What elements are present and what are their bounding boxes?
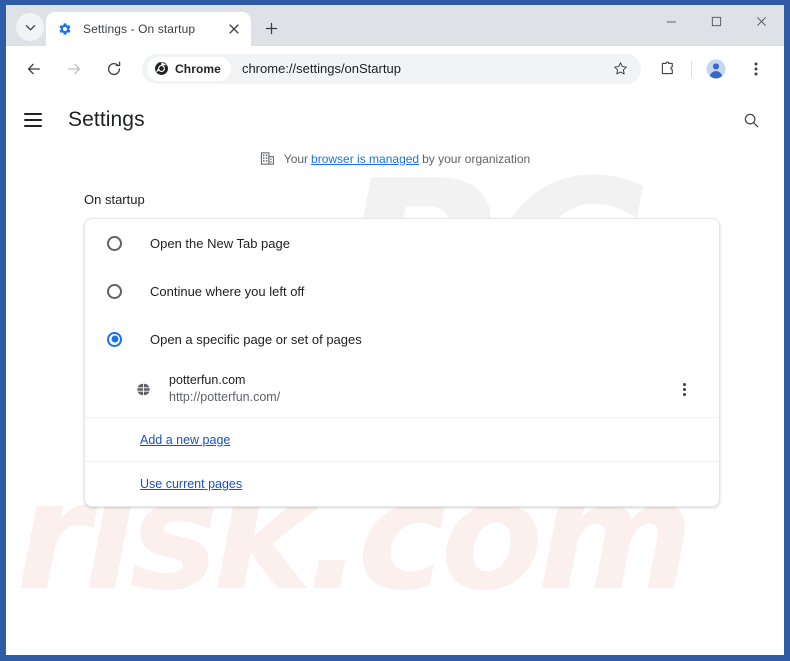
browser-window-content: Settings - On startup Chrome chrome://se… bbox=[6, 5, 784, 655]
browser-window: Settings - On startup Chrome chrome://se… bbox=[0, 0, 790, 661]
reload-icon bbox=[107, 61, 121, 75]
managed-browser-banner: Your browser is managed by your organiza… bbox=[6, 151, 784, 166]
back-button[interactable] bbox=[20, 55, 48, 83]
extensions-puzzle-icon bbox=[661, 61, 673, 75]
managed-banner-link[interactable]: browser is managed bbox=[311, 152, 419, 166]
tab-settings[interactable]: Settings - On startup bbox=[46, 12, 251, 46]
startup-page-name: potterfun.com bbox=[169, 373, 246, 387]
close-window-icon bbox=[757, 16, 766, 26]
startup-option-new-tab-page[interactable]: Open the New Tab page bbox=[85, 219, 719, 267]
maximize-icon bbox=[711, 16, 722, 26]
startup-option-label: Continue where you left off bbox=[150, 283, 305, 299]
omnibox-chip-label: Chrome bbox=[175, 61, 221, 76]
radio-button-unselected[interactable] bbox=[107, 283, 122, 299]
section-heading-on-startup: On startup bbox=[84, 192, 145, 207]
managed-banner-prefix: Your bbox=[283, 151, 309, 166]
use-current-pages-link[interactable]: Use current pages bbox=[140, 477, 242, 491]
settings-gear-icon bbox=[57, 21, 73, 37]
startup-option-label: Open the New Tab page bbox=[150, 235, 290, 251]
minimize-icon bbox=[666, 20, 677, 22]
minimize-button[interactable] bbox=[649, 5, 694, 37]
close-button[interactable] bbox=[739, 5, 784, 37]
managed-banner-suffix: by your organization bbox=[422, 151, 531, 166]
omnibox-chrome-chip: Chrome bbox=[147, 56, 231, 81]
plus-icon bbox=[265, 22, 277, 34]
reload-button[interactable] bbox=[100, 55, 128, 83]
maximize-button[interactable] bbox=[694, 5, 739, 37]
enterprise-building-icon bbox=[260, 151, 275, 166]
tab-title: Settings - On startup bbox=[83, 22, 196, 36]
window-controls bbox=[649, 5, 784, 46]
omnibox[interactable]: Chrome chrome://settings/onStartup bbox=[142, 53, 641, 84]
startup-page-url: http://potterfun.com/ bbox=[169, 390, 281, 404]
back-arrow-icon bbox=[27, 63, 41, 74]
chevron-down-icon bbox=[25, 24, 35, 30]
bookmark-star-icon bbox=[613, 62, 627, 75]
chrome-logo-icon bbox=[155, 62, 168, 75]
tab-close-button[interactable] bbox=[225, 20, 243, 38]
chrome-menu-icon bbox=[754, 62, 758, 75]
search-icon bbox=[744, 113, 758, 127]
add-new-page-link[interactable]: Add a new page bbox=[140, 433, 230, 447]
toolbar-divider bbox=[691, 60, 692, 77]
extensions-button[interactable] bbox=[653, 55, 681, 83]
settings-header: Settings bbox=[6, 92, 784, 148]
bookmark-star-button[interactable] bbox=[607, 56, 633, 82]
forward-button[interactable] bbox=[60, 55, 88, 83]
startup-option-specific-pages[interactable]: Open a specific page or set of pages bbox=[85, 315, 719, 363]
new-tab-button[interactable] bbox=[257, 14, 285, 42]
settings-search-button[interactable] bbox=[736, 105, 766, 135]
radio-button-selected[interactable] bbox=[107, 331, 122, 347]
profile-button[interactable] bbox=[702, 55, 730, 83]
browser-toolbar: Chrome chrome://settings/onStartup bbox=[6, 46, 784, 92]
tab-strip: Settings - On startup bbox=[6, 5, 784, 46]
omnibox-url-text: chrome://settings/onStartup bbox=[241, 61, 401, 76]
page-title: Settings bbox=[68, 108, 145, 131]
add-new-page-row: Add a new page bbox=[85, 418, 719, 462]
startup-page-text: potterfun.com http://potterfun.com/ bbox=[169, 372, 671, 406]
profile-avatar-icon bbox=[706, 58, 726, 79]
use-current-pages-row: Use current pages bbox=[85, 462, 719, 506]
startup-option-continue-where-left-off[interactable]: Continue where you left off bbox=[85, 267, 719, 315]
forward-arrow-icon bbox=[67, 63, 81, 74]
hamburger-menu-icon[interactable] bbox=[24, 107, 50, 133]
globe-icon bbox=[135, 381, 151, 397]
radio-button-unselected[interactable] bbox=[107, 235, 122, 251]
on-startup-card: Open the New Tab page Continue where you… bbox=[84, 218, 720, 507]
startup-option-label: Open a specific page or set of pages bbox=[150, 331, 362, 347]
settings-page: PC risk.com Settings bbox=[6, 92, 784, 655]
page-options-menu-icon[interactable] bbox=[671, 376, 697, 402]
chrome-menu-button[interactable] bbox=[742, 55, 770, 83]
startup-page-row: potterfun.com http://potterfun.com/ bbox=[85, 363, 719, 418]
close-icon bbox=[229, 24, 239, 34]
tab-search-button[interactable] bbox=[16, 13, 44, 41]
